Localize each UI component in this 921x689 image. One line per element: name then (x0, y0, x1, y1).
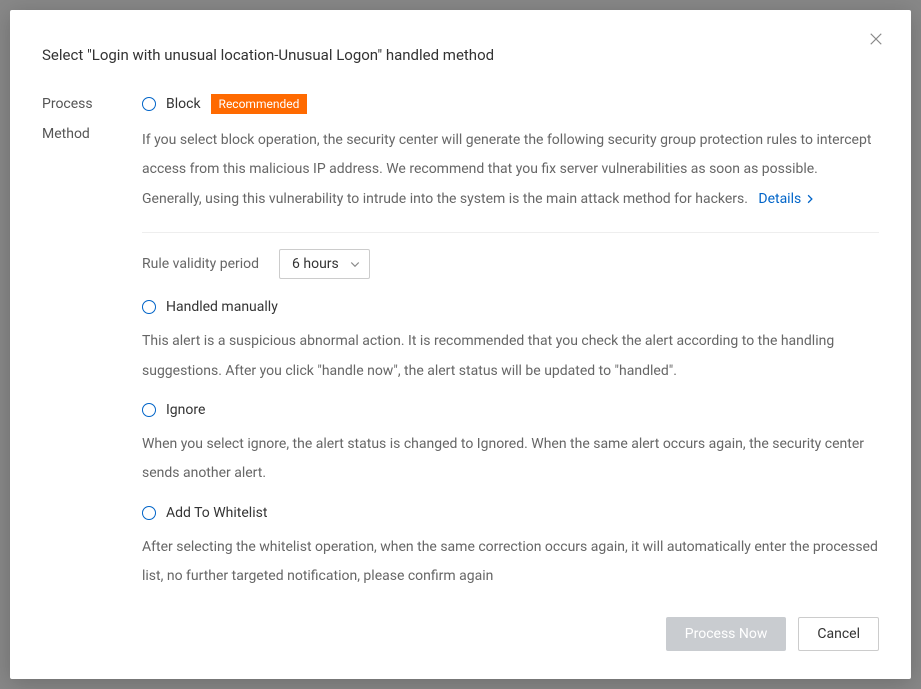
option-whitelist-desc: After selecting the whitelist operation,… (142, 533, 879, 592)
radio-block-label: Block (166, 96, 201, 112)
option-manual-desc: This alert is a suspicious abnormal acti… (142, 327, 879, 386)
radio-icon (142, 97, 156, 111)
cancel-button[interactable]: Cancel (798, 617, 879, 651)
label-line-2: Method (42, 124, 142, 144)
radio-whitelist-label: Add To Whitelist (166, 505, 267, 521)
radio-manual-label: Handled manually (166, 299, 278, 315)
close-button[interactable] (869, 32, 889, 52)
radio-block[interactable]: Block Recommended (142, 94, 879, 114)
modal-dialog: Select "Login with unusual location-Unus… (10, 10, 911, 679)
process-method-label: Process Method (42, 94, 142, 144)
details-link[interactable]: Details (758, 185, 815, 214)
modal-body: Process Method Block Recommended If you … (10, 84, 911, 599)
modal-footer: Process Now Cancel (10, 599, 911, 679)
radio-ignore-label: Ignore (166, 402, 205, 418)
recommended-badge: Recommended (211, 94, 308, 114)
option-block: Block Recommended If you select block op… (142, 94, 879, 279)
modal-title: Select "Login with unusual location-Unus… (42, 46, 879, 64)
radio-icon (142, 403, 156, 417)
process-method-row: Process Method Block Recommended If you … (42, 94, 879, 599)
details-link-text: Details (758, 185, 801, 214)
rule-validity-select[interactable]: 6 hours (279, 249, 370, 279)
chevron-right-icon (805, 194, 815, 204)
modal-header: Select "Login with unusual location-Unus… (10, 10, 911, 84)
close-icon (869, 32, 883, 46)
radio-ignore[interactable]: Ignore (142, 402, 879, 418)
option-ignore-desc: When you select ignore, the alert status… (142, 430, 879, 489)
rule-validity-row: Rule validity period 6 hours (142, 249, 879, 279)
radio-manual[interactable]: Handled manually (142, 299, 879, 315)
process-method-options: Block Recommended If you select block op… (142, 94, 879, 599)
option-whitelist: Add To Whitelist After selecting the whi… (142, 505, 879, 592)
rule-validity-label: Rule validity period (142, 256, 259, 272)
radio-icon (142, 506, 156, 520)
option-block-desc: If you select block operation, the secur… (142, 126, 879, 214)
option-manual: Handled manually This alert is a suspici… (142, 299, 879, 386)
radio-whitelist[interactable]: Add To Whitelist (142, 505, 879, 521)
label-line-1: Process (42, 94, 142, 114)
rule-validity-value: 6 hours (292, 256, 339, 272)
chevron-down-icon (349, 258, 361, 270)
option-ignore: Ignore When you select ignore, the alert… (142, 402, 879, 489)
divider (142, 232, 879, 233)
process-now-button[interactable]: Process Now (666, 617, 787, 651)
radio-icon (142, 300, 156, 314)
